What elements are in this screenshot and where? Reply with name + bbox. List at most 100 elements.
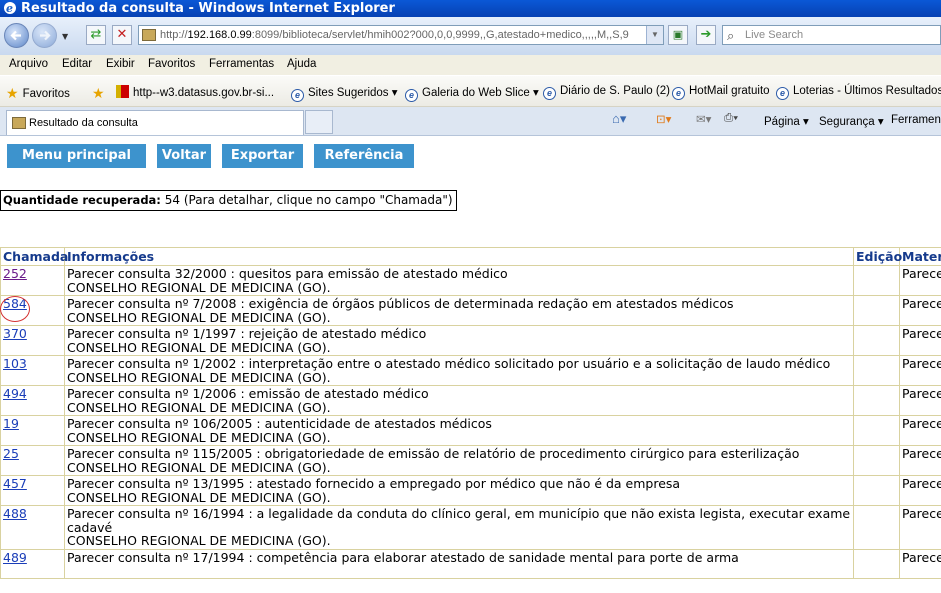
ie-page-icon: e [291,89,304,102]
mail-icon[interactable]: ✉▾ [696,112,711,126]
ie-page-icon: e [776,87,789,100]
fav-item-datasus[interactable]: http--w3.datasus.gov.br-si... [116,85,274,99]
menu-editar[interactable]: Editar [62,58,92,70]
table-row: 103 Parecer consulta nº 1/2002 : interpre… [0,355,941,386]
home-icon[interactable]: ⌂▾ [612,111,626,127]
stop-icon[interactable]: ✕ [112,25,132,45]
table-row: 584 Parecer consulta nº 7/2008 : exigênci… [0,295,941,326]
fav-item-hotmail[interactable]: e HotMail gratuito [672,85,770,100]
favorites-button[interactable]: ★ Favoritos [6,85,70,102]
go-icon[interactable]: ➔ [696,25,716,45]
material-cell: Parecer consulta [899,295,941,326]
new-tab-button[interactable] [305,110,333,134]
info-cell: Parecer consulta nº 13/1995 : atestado f… [64,475,854,506]
export-button[interactable]: Exportar [222,144,303,168]
fav-item-sites-sugeridos[interactable]: e Sites Sugeridos ▾ [291,85,398,102]
window-title: Resultado da consulta - Windows Internet… [21,1,395,16]
quantity-note: (Para detalhar, clique no campo "Chamada… [183,193,453,207]
fav-item-label: HotMail gratuito [689,85,770,97]
chamada-link[interactable]: 19 [3,416,19,431]
fav-item-web-slice[interactable]: e Galeria do Web Slice ▾ [405,85,539,102]
header-chamada: Chamada [0,247,68,266]
chamada-link[interactable]: 489 [3,550,27,565]
back-button[interactable]: Voltar [157,144,211,168]
material-text: Parecer consulta [902,476,941,491]
chamada-link[interactable]: 494 [3,386,27,401]
info-cell: Parecer consulta nº 1/1997 : rejeição de… [64,325,854,356]
favorites-bar: ★ Favoritos ★ http--w3.datasus.gov.br-si.… [0,76,941,107]
search-icon: ⌕ [727,28,735,43]
chamada-link[interactable]: 457 [3,476,27,491]
arrow-left-icon [10,30,21,41]
reference-button[interactable]: Referência [314,144,414,168]
table-header-row: Chamada Informações Edição Material [0,247,941,266]
fav-item-label: Loterias - Últimos Resultados [793,85,941,97]
edicao-cell [853,385,900,416]
table-row: 25 Parecer consulta nº 115/2005 : obrigat… [0,445,941,476]
edicao-cell [853,475,900,506]
fav-item-label: Galeria do Web Slice ▾ [422,87,539,99]
item-author: CONSELHO REGIONAL DE MEDICINA (GO). [67,279,331,295]
svg-text:e: e [6,2,13,15]
item-author: CONSELHO REGIONAL DE MEDICINA (GO). [67,489,331,505]
ie-logo-icon: e [4,2,16,15]
header-informacoes: Informações [64,247,854,266]
header-edicao: Edição [853,247,902,266]
compatibility-view-icon[interactable]: ▣ [668,25,688,45]
table-row: 457 Parecer consulta nº 13/1995 : atestad… [0,475,941,506]
menu-ferramentas[interactable]: Ferramentas [209,58,274,70]
menu-exibir[interactable]: Exibir [106,58,135,70]
back-nav-button[interactable] [4,23,29,48]
material-text: Parecer consulta [902,386,941,401]
favorites-label: Favoritos [22,88,70,100]
tab-resultado[interactable]: Resultado da consulta [6,110,304,135]
tab-title: Resultado da consulta [29,117,138,129]
chamada-link[interactable]: 103 [3,356,27,371]
menu-ajuda[interactable]: Ajuda [287,58,316,70]
menu-arquivo[interactable]: Arquivo [9,58,48,70]
table-row: 252 Parecer consulta 32/2000 : quesitos p… [0,265,941,296]
material-text: Parecer [902,549,941,565]
item-title: Parecer consulta nº 17/1994 : competênci… [67,549,739,565]
add-favorite-icon[interactable]: ★ [92,85,109,102]
chamada-link[interactable]: 25 [3,446,19,461]
fav-item-diario[interactable]: e Diário de S. Paulo (2) [543,85,670,100]
address-toolbar: ▼ ⇄ ✕ http://192.168.0.99:8099/bibliotec… [0,17,941,56]
search-input[interactable]: ⌕ Live Search [722,25,941,45]
search-placeholder: Live Search [745,29,804,41]
info-cell: Parecer consulta nº 17/1994 : competênci… [64,548,854,579]
chamada-link[interactable]: 488 [3,506,27,521]
item-title: Parecer consulta nº 16/1994 : a legalida… [67,506,851,535]
quantity-value: 54 [164,193,181,207]
print-icon[interactable]: ⎙▾ [724,112,738,125]
tools-menu[interactable]: Ferramentas [891,114,941,126]
page-menu[interactable]: Página ▾ [764,114,809,128]
fav-item-loterias[interactable]: e Loterias - Últimos Resultados [776,85,941,100]
feeds-icon[interactable]: ⊡▾ [656,112,671,126]
address-field[interactable]: http://192.168.0.99:8099/biblioteca/serv… [138,25,664,45]
refresh-icon[interactable]: ⇄ [86,25,106,45]
results-table: Chamada Informações Edição Material 252 P… [0,247,941,579]
security-menu[interactable]: Segurança ▾ [819,114,884,128]
main-menu-button[interactable]: Menu principal [7,144,146,168]
material-text: Parecer consulta [902,446,941,461]
table-row: 370 Parecer consulta nº 1/1997 : rejeição… [0,325,941,356]
material-cell: Parecer consulta [899,415,941,446]
info-cell: Parecer consulta nº 7/2008 : exigência d… [64,295,854,326]
chamada-cell: 252 [0,265,65,296]
material-cell: Parecer consulta [899,445,941,476]
chamada-cell: 25 [0,445,65,476]
chamada-link[interactable]: 370 [3,326,27,341]
material-cell: Parecer consulta [899,475,941,506]
ie-page-icon: e [405,89,418,102]
history-dropdown-icon[interactable]: ▼ [62,32,68,41]
chamada-cell: 494 [0,385,65,416]
star-add-icon: ★ [92,85,105,101]
forward-nav-button[interactable] [32,23,57,48]
address-dropdown-icon[interactable]: ▼ [646,26,663,44]
edicao-cell [853,445,900,476]
menu-bar: Arquivo Editar Exibir Favoritos Ferramen… [0,55,941,75]
menu-favoritos[interactable]: Favoritos [148,58,195,70]
chamada-link[interactable]: 252 [3,266,27,281]
material-text: Parecer consulta [902,416,941,431]
